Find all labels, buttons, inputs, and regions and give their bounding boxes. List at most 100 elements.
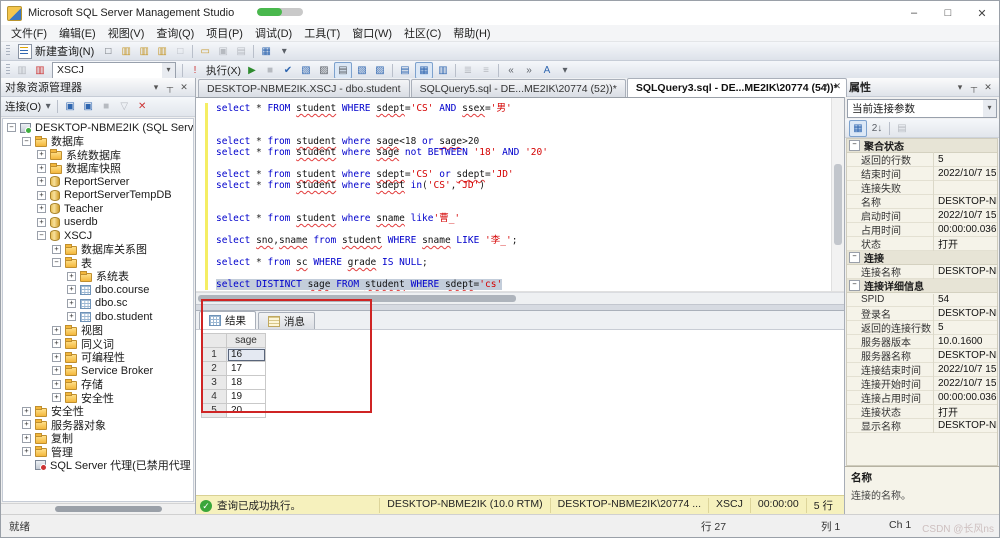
parse-button[interactable]: ✔ (280, 63, 296, 78)
property-value[interactable]: 2022/10/7 15:49:23 (934, 168, 997, 179)
property-value[interactable]: 10.0.1600 (934, 336, 997, 347)
editor-vscrollbar[interactable] (831, 98, 844, 291)
code-line[interactable] (216, 202, 830, 213)
property-value[interactable]: 00:00:00.036 (934, 392, 997, 403)
collapse-icon[interactable]: − (849, 252, 860, 263)
property-row[interactable]: 连接结束时间2022/10/7 15:49:23 (847, 363, 997, 377)
tree-item[interactable]: +复制 (3, 432, 193, 446)
categorized-view-button[interactable]: ▦ (849, 120, 867, 137)
code-line[interactable] (216, 268, 830, 279)
property-value[interactable]: DESKTOP-NBME2IK (934, 196, 997, 207)
property-value[interactable]: 2022/10/7 15:49:23 (934, 364, 997, 375)
tree-item[interactable]: −表 (3, 256, 193, 270)
debug-play-button[interactable]: ▶ (244, 63, 260, 78)
property-row[interactable]: 返回的连接行数5 (847, 321, 997, 335)
menu-item[interactable]: 窗口(W) (346, 25, 398, 41)
toolbar-grip[interactable] (6, 45, 10, 57)
property-row[interactable]: 连接失败 (847, 181, 997, 195)
menu-item[interactable]: 项目(P) (200, 25, 249, 41)
expand-icon[interactable]: + (22, 434, 31, 443)
collapse-icon[interactable]: − (7, 123, 16, 132)
row-number[interactable]: 2 (202, 362, 227, 376)
include-actual-plan-button[interactable]: ▧ (354, 63, 370, 78)
toolbar-grip[interactable] (6, 64, 10, 76)
menu-item[interactable]: 文件(F) (5, 25, 53, 41)
query-options-button[interactable]: ▨ (316, 63, 332, 78)
expand-icon[interactable]: + (52, 245, 61, 254)
tab-messages[interactable]: 消息 (258, 312, 315, 329)
tree-item[interactable]: +存储 (3, 378, 193, 392)
results-grid[interactable]: sage 116217318419520 (201, 333, 266, 418)
tree-item[interactable]: +安全性 (3, 405, 193, 419)
expand-icon[interactable]: + (52, 339, 61, 348)
delete-icon[interactable]: ✕ (134, 99, 150, 114)
property-value[interactable]: 5 (934, 322, 997, 333)
code-line[interactable] (216, 191, 830, 202)
tree-item[interactable]: +服务器对象 (3, 418, 193, 432)
code-line[interactable]: select * from student where sdept='CS' o… (216, 169, 830, 180)
property-value[interactable]: 打开 (934, 236, 997, 251)
collapse-icon[interactable]: − (37, 231, 46, 240)
panel-dropdown-icon[interactable]: ▾ (953, 82, 967, 93)
tree-item[interactable]: −SQL Server 代理(已禁用代理 XP) (3, 459, 193, 473)
document-tab[interactable]: DESKTOP-NBME2IK.XSCJ - dbo.student (198, 79, 410, 97)
panel-close-icon[interactable]: ✕ (177, 82, 191, 93)
tree-item[interactable]: +系统数据库 (3, 148, 193, 162)
execute-button[interactable]: 执行(X) (206, 63, 241, 78)
menu-item[interactable]: 帮助(H) (447, 25, 496, 41)
toolbar-overflow-button[interactable]: ▾ (557, 63, 573, 78)
property-row[interactable]: 启动时间2022/10/7 15:49:23 (847, 209, 997, 223)
expand-icon[interactable]: + (67, 272, 76, 281)
alphabetical-sort-button[interactable]: 2↓ (869, 121, 885, 136)
tree-item[interactable]: −XSCJ (3, 229, 193, 243)
new-query-button[interactable]: 新建查询(N) (13, 44, 99, 59)
expand-icon[interactable]: + (67, 299, 76, 308)
code-line[interactable]: select * from student where sname like'曹… (216, 213, 830, 224)
menu-item[interactable]: 调试(D) (249, 25, 298, 41)
grid-column-header[interactable]: sage (227, 334, 266, 348)
code-line[interactable] (216, 125, 830, 136)
open-folder-button[interactable]: ▭ (197, 44, 213, 59)
tab-close-icon[interactable]: ✕ (833, 81, 841, 92)
tree-item[interactable]: +dbo.sc (3, 297, 193, 311)
property-row[interactable]: SPID54 (847, 293, 997, 307)
property-value[interactable]: DESKTOP-NBME2IK (934, 420, 997, 431)
outdent-button[interactable]: « (503, 63, 519, 78)
property-category[interactable]: −聚合状态 (847, 139, 997, 153)
property-row[interactable]: 结束时间2022/10/7 15:49:23 (847, 167, 997, 181)
expand-icon[interactable]: + (52, 393, 61, 402)
code-line[interactable] (216, 246, 830, 257)
database-engine-query-button[interactable]: ▥ (118, 44, 134, 59)
property-value[interactable]: 54 (934, 294, 997, 305)
property-value[interactable]: DESKTOP-NBME2IK (934, 350, 997, 361)
tree-item[interactable]: +Teacher (3, 202, 193, 216)
property-row[interactable]: 连接名称DESKTOP-NBME2IK (847, 265, 997, 279)
row-number[interactable]: 5 (202, 404, 227, 418)
results-to-text-button[interactable]: ▤ (397, 63, 413, 78)
collapse-icon[interactable]: − (849, 280, 860, 291)
tree-item[interactable]: +数据库关系图 (3, 243, 193, 257)
tree-item[interactable]: +Service Broker (3, 364, 193, 378)
document-tab[interactable]: SQLQuery5.sql - DE...ME2IK\20774 (52))* (411, 79, 626, 97)
tree-item[interactable]: −数据库 (3, 135, 193, 149)
panel-pin-icon[interactable]: ┬ (967, 82, 981, 92)
code-line[interactable] (216, 158, 830, 169)
minimize-button[interactable]: – (897, 1, 931, 25)
connect-button[interactable]: 连接(O) (5, 99, 41, 114)
tree-item[interactable]: +ReportServerTempDB (3, 189, 193, 203)
expand-icon[interactable]: + (67, 312, 76, 321)
specify-values-button[interactable]: ▤ (334, 62, 352, 79)
close-button[interactable]: ✕ (965, 1, 999, 25)
menu-item[interactable]: 社区(C) (398, 25, 447, 41)
document-tab[interactable]: SQLQuery3.sql - DE...ME2IK\20774 (54))* (627, 78, 847, 97)
tab-results[interactable]: 结果 (199, 311, 256, 329)
tree-item[interactable]: +ReportServer (3, 175, 193, 189)
property-category[interactable]: −连接 (847, 251, 997, 265)
expand-icon[interactable]: + (22, 420, 31, 429)
expand-icon[interactable]: + (37, 204, 46, 213)
menu-item[interactable]: 视图(V) (102, 25, 151, 41)
expand-icon[interactable]: + (37, 218, 46, 227)
row-number[interactable]: 1 (202, 348, 227, 362)
menu-item[interactable]: 工具(T) (298, 25, 346, 41)
combo-dropdown-icon[interactable]: ▾ (162, 63, 175, 78)
